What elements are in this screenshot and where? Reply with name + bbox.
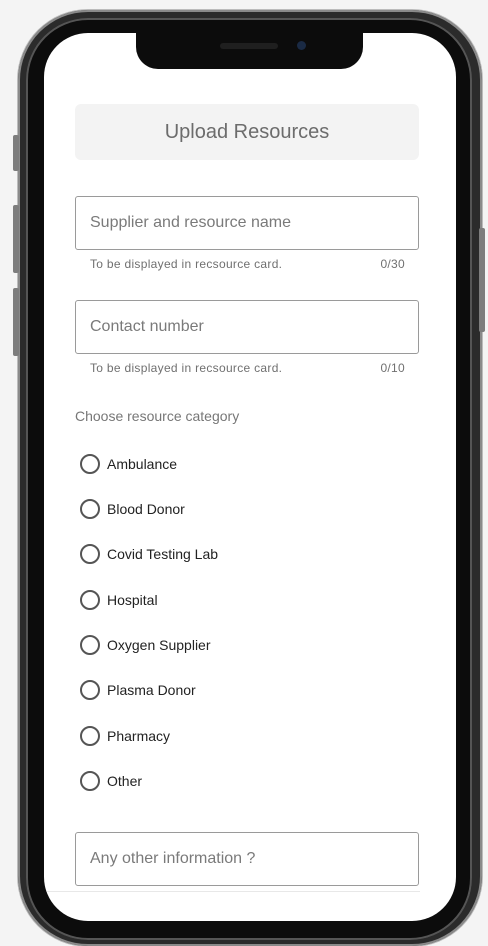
radio-label: Hospital — [107, 592, 158, 608]
other-information-field[interactable] — [75, 832, 419, 886]
character-counter: 0/30 — [380, 257, 405, 271]
radio-option-hospital[interactable]: Hospital — [80, 588, 158, 612]
supplier-name-helper: To be displayed in recsource card. 0/30 — [90, 257, 405, 271]
radio-option-pharmacy[interactable]: Pharmacy — [80, 724, 170, 748]
radio-label: Blood Donor — [107, 501, 185, 517]
radio-label: Ambulance — [107, 456, 178, 472]
contact-number-input[interactable] — [76, 301, 418, 353]
supplier-name-field[interactable] — [75, 196, 419, 250]
radio-unchecked-icon[interactable] — [80, 635, 100, 655]
radio-option-ambulance[interactable]: Ambulance — [80, 452, 177, 476]
radio-unchecked-icon[interactable] — [80, 771, 100, 791]
radio-unchecked-icon[interactable] — [80, 590, 100, 610]
contact-number-helper: To be displayed in recsource card. 0/10 — [90, 361, 405, 375]
page-title: Upload Resources — [75, 104, 419, 160]
divider — [44, 891, 420, 892]
helper-text: To be displayed in recsource card. — [90, 257, 283, 271]
radio-label: Oxygen Supplier — [107, 637, 211, 653]
radio-label: Other — [107, 773, 143, 789]
volume-up-button — [13, 205, 19, 273]
radio-label: Pharmacy — [107, 728, 171, 744]
other-information-input[interactable] — [76, 833, 418, 885]
radio-option-other[interactable]: Other — [80, 769, 142, 793]
radio-unchecked-icon[interactable] — [80, 499, 100, 519]
radio-option-covid-testing-lab[interactable]: Covid Testing Lab — [80, 542, 218, 566]
radio-label: Plasma Donor — [107, 682, 196, 698]
speaker-grille — [220, 43, 278, 49]
power-button — [479, 228, 485, 332]
front-camera-icon — [297, 41, 306, 50]
contact-number-field[interactable] — [75, 300, 419, 354]
character-counter: 0/10 — [380, 361, 405, 375]
helper-text: To be displayed in recsource card. — [90, 361, 283, 375]
radio-option-oxygen-supplier[interactable]: Oxygen Supplier — [80, 633, 211, 657]
radio-unchecked-icon[interactable] — [80, 726, 100, 746]
radio-unchecked-icon[interactable] — [80, 544, 100, 564]
radio-unchecked-icon[interactable] — [80, 454, 100, 474]
radio-unchecked-icon[interactable] — [80, 680, 100, 700]
notch — [136, 33, 363, 69]
mute-switch — [13, 135, 19, 171]
supplier-name-input[interactable] — [76, 197, 418, 249]
radio-label: Covid Testing Lab — [107, 546, 219, 562]
radio-option-plasma-donor[interactable]: Plasma Donor — [80, 678, 196, 702]
volume-down-button — [13, 288, 19, 356]
category-heading: Choose resource category — [75, 408, 240, 424]
phone-screen: Upload Resources To be displayed in recs… — [44, 33, 456, 921]
radio-option-blood-donor[interactable]: Blood Donor — [80, 497, 185, 521]
